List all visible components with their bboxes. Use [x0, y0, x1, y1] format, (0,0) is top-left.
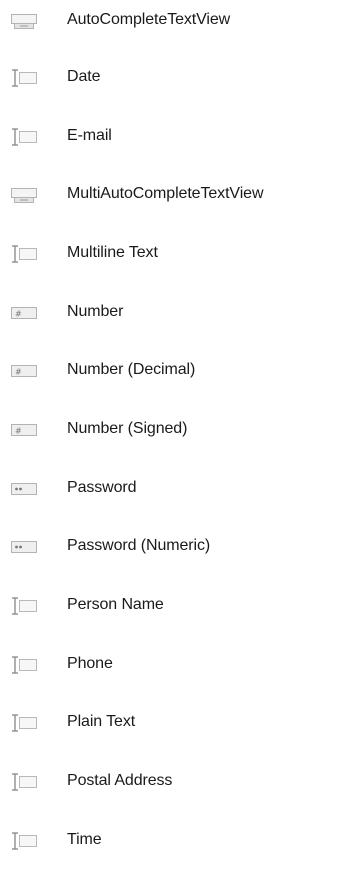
palette-item-label: Number (Decimal) — [67, 361, 196, 378]
palette-item-label: Date — [67, 68, 101, 85]
password-field-icon — [10, 538, 38, 556]
palette-item-person-name[interactable]: Person Name — [0, 585, 352, 625]
palette-item-date[interactable]: Date — [0, 57, 352, 97]
text-cursor-icon — [10, 832, 38, 850]
text-cursor-icon — [10, 656, 38, 674]
palette-item-label: Number (Signed) — [67, 420, 188, 437]
palette-item-label: Person Name — [67, 596, 164, 613]
palette-item-number[interactable]: # Number — [0, 292, 352, 332]
number-field-icon: # — [10, 421, 38, 439]
palette-item-multiautocompletetextview[interactable]: MultiAutoCompleteTextView — [0, 174, 352, 214]
palette-item-postal-address[interactable]: Postal Address — [0, 761, 352, 801]
palette-item-label: Password — [67, 479, 137, 496]
autocomplete-icon — [10, 186, 38, 204]
svg-text:#: # — [15, 310, 22, 319]
text-cursor-icon — [10, 773, 38, 791]
palette-item-plain-text[interactable]: Plain Text — [0, 702, 352, 742]
palette-item-e-mail[interactable]: E-mail — [0, 116, 352, 156]
palette-item-label: MultiAutoCompleteTextView — [67, 185, 264, 202]
palette-item-label: Plain Text — [67, 713, 136, 730]
text-cursor-icon — [10, 128, 38, 146]
svg-text:#: # — [15, 427, 22, 436]
text-cursor-icon — [10, 69, 38, 87]
palette-item-password-numeric[interactable]: Password (Numeric) — [0, 526, 352, 566]
number-field-icon: # — [10, 362, 38, 380]
palette-item-label: Time — [67, 831, 102, 848]
autocomplete-icon — [10, 12, 38, 30]
palette-item-label: Multiline Text — [67, 244, 158, 261]
palette-item-label: Postal Address — [67, 772, 173, 789]
palette-item-label: E-mail — [67, 127, 112, 144]
palette-item-phone[interactable]: Phone — [0, 644, 352, 684]
palette-item-multiline-text[interactable]: Multiline Text — [0, 233, 352, 273]
svg-text:#: # — [15, 368, 22, 377]
palette-item-number-signed[interactable]: # Number (Signed) — [0, 409, 352, 449]
text-cursor-icon — [10, 714, 38, 732]
palette-item-label: AutoCompleteTextView — [67, 11, 231, 28]
palette-item-label: Number — [67, 303, 124, 320]
palette-item-label: Password (Numeric) — [67, 537, 211, 554]
number-field-icon: # — [10, 304, 38, 322]
palette-item-time[interactable]: Time — [0, 820, 352, 860]
text-cursor-icon — [10, 245, 38, 263]
palette-item-password[interactable]: Password — [0, 468, 352, 508]
palette-item-autocompletetextview[interactable]: AutoCompleteTextView — [0, 0, 352, 40]
text-cursor-icon — [10, 597, 38, 615]
palette-item-number-decimal[interactable]: # Number (Decimal) — [0, 350, 352, 390]
palette-item-label: Phone — [67, 655, 113, 672]
password-field-icon — [10, 480, 38, 498]
